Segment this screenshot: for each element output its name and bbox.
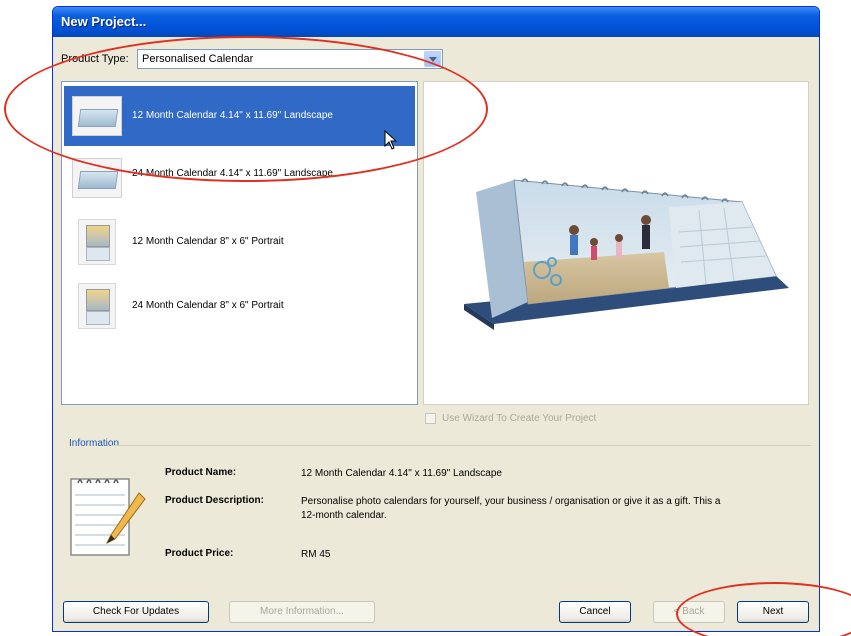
product-item-label: 12 Month Calendar 8" x 6" Portrait — [132, 236, 284, 247]
cancel-button[interactable]: Cancel — [559, 601, 631, 623]
product-name-value: 12 Month Calendar 4.14" x 11.69" Landsca… — [301, 468, 502, 479]
desk-calendar-image — [464, 178, 789, 330]
window-title: New Project... — [61, 14, 147, 29]
product-price-label: Product Price: — [165, 548, 234, 559]
product-description-label: Product Description: — [165, 495, 264, 506]
product-item[interactable]: 12 Month Calendar 8" x 6" Portrait — [64, 212, 415, 272]
product-item-label: 24 Month Calendar 8" x 6" Portrait — [132, 300, 284, 311]
wizard-option-label: Use Wizard To Create Your Project — [442, 413, 597, 425]
wizard-checkbox[interactable] — [425, 413, 436, 424]
information-group-title: Information — [69, 438, 120, 449]
product-description-value: Personalise photo calendars for yourself… — [301, 496, 721, 521]
portrait-calendar-thumb-icon — [78, 283, 116, 329]
notepad-pencil-icon — [70, 478, 146, 556]
information-divider — [111, 445, 811, 446]
annotation-ellipse-product — [4, 36, 488, 182]
title-bar[interactable]: New Project... — [53, 7, 819, 37]
product-price-value: RM 45 — [301, 549, 331, 560]
wizard-option: Use Wizard To Create Your Project — [425, 413, 596, 424]
product-item[interactable]: 24 Month Calendar 8" x 6" Portrait — [64, 276, 415, 336]
screenshot-stage: New Project... Product Type: Personalise… — [0, 0, 851, 636]
product-preview — [423, 81, 809, 405]
product-name-label: Product Name: — [165, 467, 237, 478]
portrait-calendar-thumb-icon — [78, 219, 116, 265]
more-information-button[interactable]: More Information... — [229, 601, 375, 623]
check-updates-button[interactable]: Check For Updates — [63, 601, 209, 623]
